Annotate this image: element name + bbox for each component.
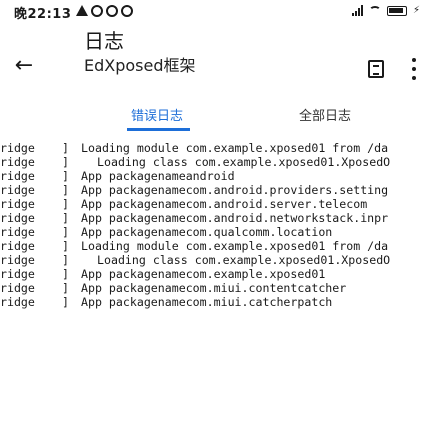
log-bracket: ] xyxy=(62,225,69,239)
log-row: Bridge] Loading module com.example.xposed… xyxy=(0,141,432,155)
log-bracket: ] xyxy=(62,239,69,253)
log-message: Loading module com.example.xposed01 from… xyxy=(81,141,389,155)
log-row: Bridge] Loading module com.example.xposed… xyxy=(0,239,432,253)
page-title: 日志 xyxy=(84,29,124,53)
log-message: App packagenamecom.qualcomm.location xyxy=(81,225,333,239)
log-message: App packagenamecom.example.xposed01 xyxy=(81,267,326,281)
log-output[interactable]: Bridge] Loading module com.example.xposed… xyxy=(0,139,432,444)
log-row: Bridge] App packagenameandroid xyxy=(0,169,432,183)
log-message: Loading module com.example.xposed01 from… xyxy=(81,239,389,253)
log-row: Bridge] App packagenamecom.miui.catcherpa… xyxy=(0,295,432,309)
charging-icon: ⚡ xyxy=(412,5,420,16)
log-tag: Bridge xyxy=(0,169,35,183)
log-row: Bridge] App packagenamecom.example.xposed… xyxy=(0,267,432,281)
back-arrow-icon[interactable]: ← xyxy=(10,52,38,80)
log-tag: Bridge xyxy=(0,295,35,309)
log-tag: Bridge xyxy=(0,141,35,155)
log-row: Bridge] Loading class com.example.xposed0… xyxy=(0,253,432,267)
log-message: App packagenamecom.android.server.teleco… xyxy=(81,197,368,211)
log-message: App packagenamecom.miui.catcherpatch xyxy=(81,295,333,309)
log-tag: Bridge xyxy=(0,253,35,267)
log-message: Loading class com.example.xposed01.Xpose… xyxy=(97,253,391,267)
log-tag: Bridge xyxy=(0,281,35,295)
log-row: Bridge] App packagenamecom.miui.contentca… xyxy=(0,281,432,295)
log-bracket: ] xyxy=(62,141,69,155)
tab-indicator xyxy=(127,128,190,131)
status-time: 晚22:13 xyxy=(14,7,72,22)
log-bracket: ] xyxy=(62,211,69,225)
log-tag: Bridge xyxy=(0,267,35,281)
battery-icon xyxy=(386,5,407,16)
log-row: Bridge] Loading class com.example.xposed0… xyxy=(0,155,432,169)
wifi-icon xyxy=(368,6,381,15)
app-icon xyxy=(91,5,103,17)
status-bar: 晚22:13 ⚡ xyxy=(0,0,432,26)
log-bracket: ] xyxy=(62,295,69,309)
app-icon xyxy=(106,5,118,17)
page-subtitle: EdXposed框架 xyxy=(84,56,196,75)
log-tag: Bridge xyxy=(0,225,35,239)
log-tag: Bridge xyxy=(0,211,35,225)
system-icons: ⚡ xyxy=(351,5,420,16)
log-bracket: ] xyxy=(62,281,69,295)
app-icon xyxy=(121,5,133,17)
log-bracket: ] xyxy=(62,183,69,197)
log-row: Bridge] App packagenamecom.android.server… xyxy=(0,197,432,211)
notification-icons xyxy=(76,5,133,17)
log-tag: Bridge xyxy=(0,183,35,197)
notification-icon xyxy=(76,5,88,16)
log-bracket: ] xyxy=(62,197,69,211)
tab-all-log[interactable]: 全部日志 xyxy=(299,105,351,124)
log-row: Bridge] App packagenamecom.android.networ… xyxy=(0,211,432,225)
signal-icon xyxy=(351,5,363,16)
log-tag: Bridge xyxy=(0,239,35,253)
log-message: App packagenamecom.android.networkstack.… xyxy=(81,211,389,225)
more-options-icon[interactable] xyxy=(410,58,418,80)
log-tag: Bridge xyxy=(0,155,35,169)
tab-error-log[interactable]: 错误日志 xyxy=(131,105,183,124)
log-row: Bridge] App packagenamecom.qualcomm.locat… xyxy=(0,225,432,239)
log-bracket: ] xyxy=(62,253,69,267)
log-message: App packagenamecom.miui.contentcatcher xyxy=(81,281,347,295)
log-message: App packagenamecom.android.providers.set… xyxy=(81,183,389,197)
log-bracket: ] xyxy=(62,267,69,281)
log-message: Loading class com.example.xposed01.Xpose… xyxy=(97,155,391,169)
log-row: Bridge] App packagenamecom.android.provid… xyxy=(0,183,432,197)
log-tag: Bridge xyxy=(0,197,35,211)
log-message: App packagenameandroid xyxy=(81,169,235,183)
log-bracket: ] xyxy=(62,155,69,169)
log-bracket: ] xyxy=(62,169,69,183)
save-log-icon[interactable] xyxy=(368,60,384,78)
